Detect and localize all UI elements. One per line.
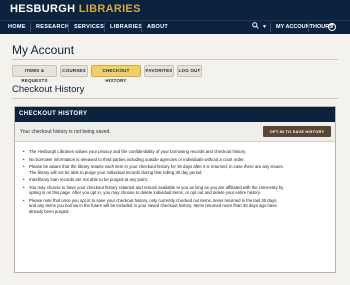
- page-title: My Account: [12, 43, 75, 57]
- logo-accent: LIBRARIES: [78, 3, 141, 15]
- nav-divider: [270, 23, 271, 32]
- tab-items-requests[interactable]: ITEMS & REQUESTS: [12, 65, 57, 83]
- list-item: Please note that once you opt in to save…: [23, 198, 285, 215]
- nav-home[interactable]: HOME: [8, 24, 26, 30]
- history-status-text: Your checkout history is not being saved…: [20, 129, 111, 135]
- nav-divider: [68, 23, 69, 32]
- tab-log-out[interactable]: LOG OUT: [177, 65, 202, 77]
- status-row: Your checkout history is not being saved…: [15, 122, 335, 142]
- panel-header: CHECKOUT HISTORY: [15, 107, 335, 122]
- logo-main: HESBURGH: [10, 3, 76, 15]
- list-item: The Hesburgh Libraries values your priva…: [23, 149, 285, 155]
- section-title: Checkout History: [12, 84, 85, 95]
- main-nav: HOME RESEARCH SERVICES LIBRARIES ABOUT ▼…: [0, 20, 350, 34]
- nav-libraries[interactable]: LIBRARIES: [110, 24, 142, 30]
- search-icon[interactable]: [252, 22, 259, 31]
- list-item: You may choose to have your checkout his…: [23, 185, 285, 196]
- list-item: No borrower information is released to t…: [23, 157, 285, 163]
- help-icon[interactable]: ?: [328, 23, 336, 31]
- opt-in-button[interactable]: OPT-IN TO SAVE HISTORY: [263, 126, 331, 137]
- nav-services[interactable]: SERVICES: [74, 24, 104, 30]
- nav-divider: [30, 23, 31, 32]
- checkout-history-panel: CHECKOUT HISTORY Your checkout history i…: [14, 106, 336, 273]
- nav-about[interactable]: ABOUT: [147, 24, 168, 30]
- nav-divider: [141, 23, 142, 32]
- tab-courses[interactable]: COURSES: [60, 65, 88, 77]
- list-item: Interlibrary loan records are not able t…: [23, 177, 285, 183]
- panel-title: CHECKOUT HISTORY: [19, 111, 88, 117]
- tab-favorites[interactable]: FAVORITES: [144, 65, 174, 77]
- privacy-notice-list: The Hesburgh Libraries values your priva…: [23, 149, 285, 216]
- section-divider: [12, 98, 338, 99]
- nav-divider: [308, 23, 309, 32]
- tab-checkout-history[interactable]: CHECKOUT HISTORY: [91, 65, 141, 83]
- nav-divider: [104, 23, 105, 32]
- nav-research[interactable]: RESEARCH: [36, 24, 69, 30]
- title-divider: [12, 59, 338, 60]
- search-icon-svg: [252, 22, 259, 29]
- site-header: HESBURGH LIBRARIES: [0, 0, 350, 20]
- chevron-down-icon[interactable]: ▼: [262, 24, 267, 30]
- list-item: Please be aware that the library retains…: [23, 164, 285, 175]
- library-logo[interactable]: HESBURGH LIBRARIES: [10, 3, 141, 15]
